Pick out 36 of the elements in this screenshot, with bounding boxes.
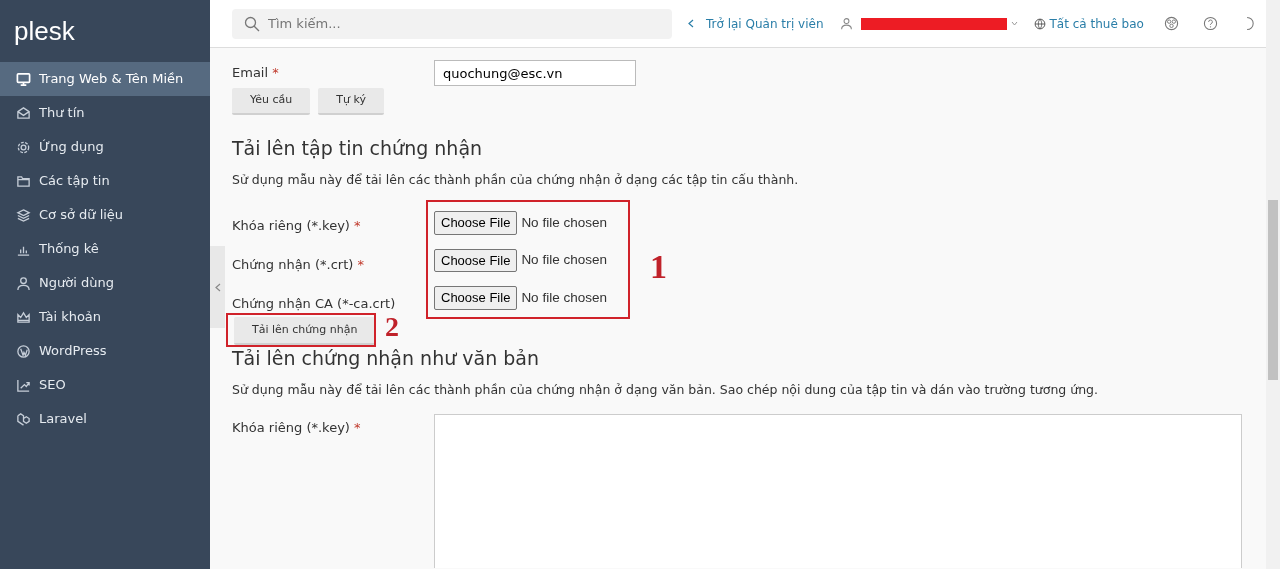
email-field[interactable]: quochung@esc.vn — [434, 60, 636, 86]
field-label: Khóa riêng (*.key) * — [232, 217, 362, 236]
annotation-number: 2 — [385, 312, 399, 341]
sidebar-item[interactable]: Cơ sở dữ liệu — [0, 198, 210, 232]
annotation-number: 1 — [650, 250, 667, 285]
section-title: Tải lên chứng nhận như văn bản — [232, 346, 540, 370]
search-field[interactable]: Tìm kiếm... — [232, 8, 672, 39]
sidebar-item[interactable]: Thư tín — [0, 96, 210, 130]
file-status: No file chosen — [521, 288, 607, 307]
sidebar-item[interactable]: Trang Web & Tên Miền — [0, 62, 210, 96]
action-button[interactable]: Tự ký — [318, 88, 384, 115]
field-label: Email * — [232, 64, 280, 83]
file-status: No file chosen — [521, 251, 607, 270]
plesk-logo[interactable]: plesk — [0, 0, 89, 62]
sidebar-item[interactable]: WordPress — [0, 334, 210, 368]
action-button[interactable]: Yêu cầu — [232, 88, 311, 115]
file-status: No file chosen — [521, 213, 607, 232]
sidebar-item[interactable]: Tài khoản — [0, 300, 210, 334]
subscriptions-link[interactable]: Tất cả thuê bao — [1049, 14, 1144, 33]
choose-file-button[interactable]: Choose File — [434, 211, 518, 235]
back-link[interactable]: Trở lại Quản trị viên — [706, 14, 824, 33]
sidebar-item[interactable]: Laravel — [0, 402, 210, 436]
sidebar-item[interactable]: Ứng dụng — [0, 130, 210, 164]
sidebar-item[interactable]: Các tập tin — [0, 164, 210, 198]
choose-file-button[interactable]: Choose File — [434, 286, 518, 310]
section-description: Sử dụng mẫu này để tải lên các thành phần của chứng nhận ở dạng các tập tin cấu thành. — [232, 171, 800, 190]
upload-button[interactable]: Tải lên chứng nhận — [234, 316, 376, 346]
choose-file-button[interactable]: Choose File — [434, 248, 518, 273]
field-label: Chứng nhận CA (*-ca.crt) — [232, 295, 397, 314]
field-label: Chứng nhận (*.crt) * — [232, 256, 365, 275]
sidebar-item[interactable]: Thống kê — [0, 232, 210, 266]
sidebar-item[interactable]: Người dùng — [0, 266, 210, 300]
section-description: Sử dụng mẫu này để tải lên các thành phần của chứng nhận ở dạng văn bản. Sao chép nội dung của tập tin và dán vào trường tương ứng. — [232, 381, 1099, 400]
sidebar-item[interactable]: SEO — [0, 368, 210, 402]
section-title: Tải lên tập tin chứng nhận — [232, 136, 484, 160]
field-label: Khóa riêng (*.key) * — [232, 419, 362, 438]
